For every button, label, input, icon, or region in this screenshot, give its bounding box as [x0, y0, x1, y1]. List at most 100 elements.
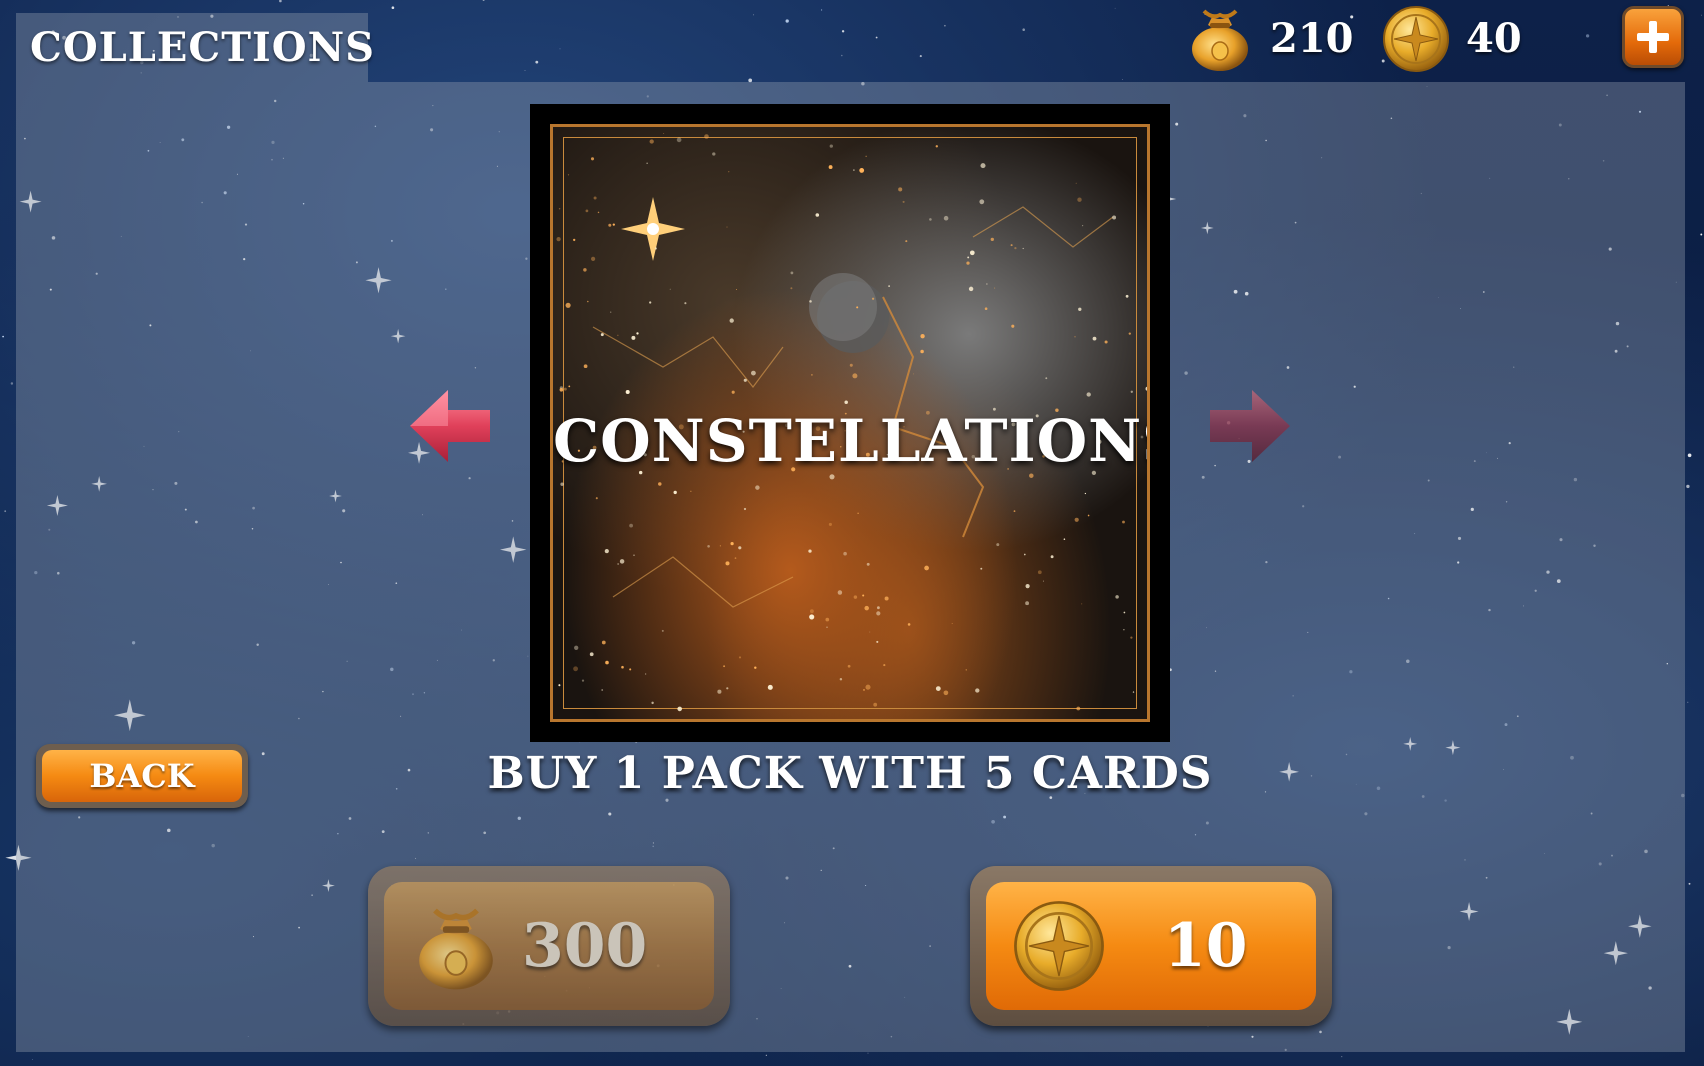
star	[765, 1054, 767, 1056]
page-title: COLLECTIONS	[30, 24, 376, 71]
card-star	[663, 133, 665, 134]
card-star	[1104, 340, 1108, 344]
card-star	[810, 609, 814, 614]
buy-with-coins-button[interactable]: 10	[970, 866, 1332, 1026]
arrow-left-icon	[410, 390, 490, 462]
card-star	[943, 690, 949, 696]
plus-icon	[1637, 21, 1669, 53]
card-star	[873, 702, 878, 707]
card-star	[754, 666, 757, 669]
card-star	[556, 236, 561, 242]
card-star	[645, 673, 647, 675]
card-star	[966, 261, 970, 265]
card-star	[629, 668, 632, 671]
star	[1687, 453, 1692, 458]
star	[753, 14, 755, 16]
card-star	[1087, 514, 1090, 517]
star	[821, 9, 823, 11]
star	[32, 1059, 33, 1061]
collection-name: CONSTELLATIONS	[553, 407, 1150, 475]
card-star	[743, 507, 747, 511]
card-star	[869, 631, 871, 633]
back-button-label: BACK	[42, 750, 242, 802]
money-bag-icon	[419, 908, 493, 990]
card-artwork: CONSTELLATIONS	[550, 124, 1150, 722]
card-star	[849, 363, 853, 367]
card-star	[590, 256, 596, 262]
card-star	[839, 678, 843, 681]
add-currency-button[interactable]	[1622, 6, 1684, 68]
card-star	[712, 152, 716, 156]
coin-currency-display: 40	[1380, 6, 1522, 72]
card-star	[951, 623, 953, 624]
card-star	[654, 247, 657, 250]
card-star	[902, 200, 905, 203]
card-star	[617, 563, 619, 565]
card-star	[913, 373, 915, 375]
back-button[interactable]: BACK	[36, 744, 248, 808]
previous-collection-button[interactable]	[410, 388, 490, 464]
card-star	[876, 640, 879, 643]
star	[279, 0, 282, 3]
card-star	[859, 167, 865, 173]
card-star	[935, 686, 941, 691]
star	[535, 60, 539, 64]
card-star	[1132, 691, 1135, 693]
card-star	[935, 145, 938, 148]
card-star	[1076, 706, 1081, 711]
card-star	[1045, 377, 1048, 380]
card-star	[1082, 225, 1084, 227]
star	[4, 510, 7, 513]
card-star	[929, 218, 932, 221]
card-star	[669, 288, 671, 290]
card-star	[573, 238, 576, 242]
card-star	[864, 605, 869, 611]
collection-card[interactable]: CONSTELLATIONS	[530, 104, 1170, 742]
card-star	[1123, 629, 1125, 631]
card-star	[560, 482, 564, 486]
card-star	[728, 171, 730, 173]
gold-coin-icon	[1383, 6, 1449, 72]
card-star	[565, 302, 571, 308]
star	[875, 36, 878, 39]
card-star	[843, 551, 847, 556]
card-star	[581, 679, 585, 682]
buy-with-bags-button[interactable]: 300	[368, 866, 730, 1026]
bag-currency-display: 210	[1184, 8, 1354, 71]
card-star	[585, 209, 589, 213]
card-star	[1063, 538, 1066, 540]
card-star	[907, 623, 911, 626]
card-star	[684, 302, 687, 305]
card-star	[984, 307, 988, 311]
card-star	[815, 213, 820, 217]
card-star	[1122, 520, 1125, 524]
card-star	[690, 490, 692, 492]
card-star	[651, 701, 654, 705]
card-star	[595, 497, 598, 500]
card-star	[825, 617, 830, 622]
card-star	[862, 594, 865, 597]
card-star	[876, 606, 880, 610]
card-star	[631, 335, 636, 340]
card-star	[871, 297, 875, 300]
card-star	[1078, 307, 1082, 311]
star	[559, 48, 561, 50]
star	[391, 6, 395, 10]
star	[1022, 28, 1025, 31]
star	[785, 19, 789, 23]
gold-coin-icon	[1014, 901, 1104, 991]
card-star	[856, 306, 859, 309]
card-star	[583, 364, 588, 369]
card-star	[828, 165, 833, 170]
card-star	[1128, 332, 1131, 335]
card-star	[965, 669, 967, 671]
card-star	[593, 196, 597, 200]
card-star	[649, 139, 654, 144]
card-star	[558, 684, 561, 687]
card-star	[853, 595, 858, 599]
next-collection-button[interactable]	[1210, 388, 1290, 464]
card-star	[633, 554, 635, 556]
card-star	[726, 687, 729, 690]
card-star	[811, 374, 813, 376]
star	[1701, 14, 1702, 16]
